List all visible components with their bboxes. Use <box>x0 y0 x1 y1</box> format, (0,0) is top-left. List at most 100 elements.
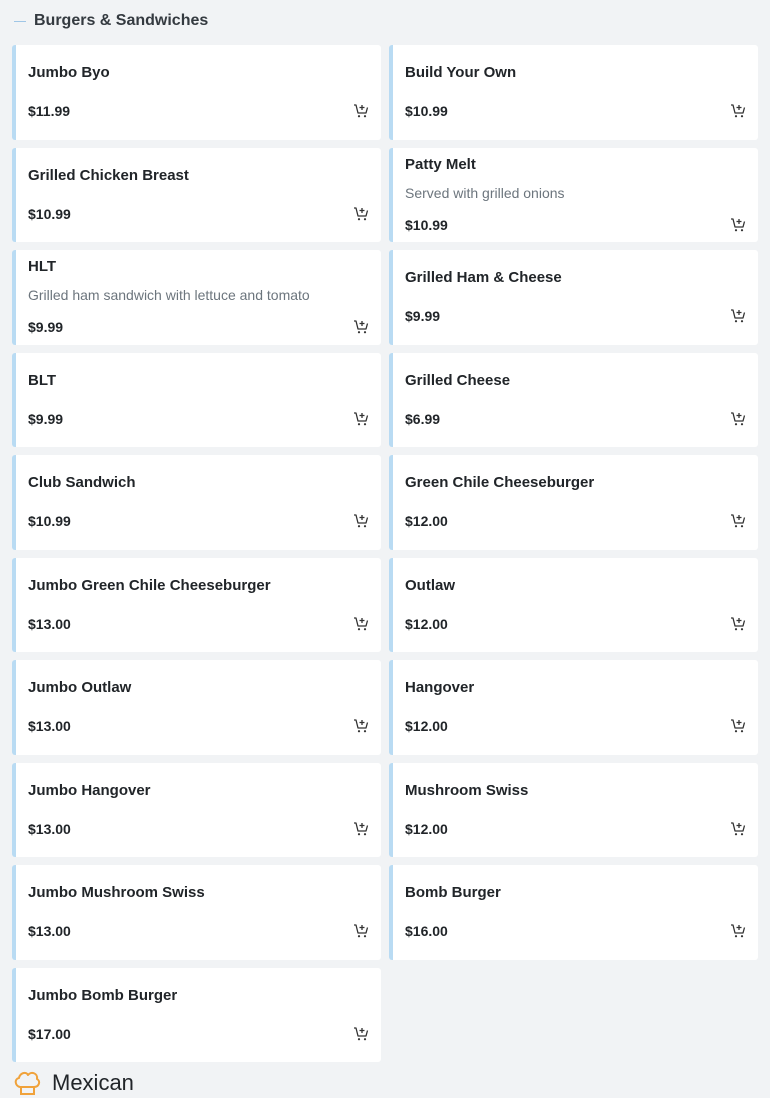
add-to-cart-icon[interactable] <box>352 1025 370 1043</box>
menu-item-card[interactable]: BLT $9.99 <box>12 352 381 447</box>
menu-item-name: Build Your Own <box>405 64 517 82</box>
menu-item-name: Jumbo Green Chile Cheeseburger <box>28 576 271 594</box>
menu-item-name: Bomb Burger <box>405 884 501 902</box>
menu-item-footer: $13.00 <box>28 717 369 735</box>
menu-item-name: Hangover <box>405 679 475 697</box>
next-section-title: Mexican <box>52 1070 134 1095</box>
menu-item-name: Outlaw <box>405 576 456 594</box>
menu-item-footer: $10.99 <box>405 216 746 234</box>
add-to-cart-icon[interactable] <box>352 922 370 940</box>
menu-item-card[interactable]: Green Chile Cheeseburger $12.00 <box>389 455 758 550</box>
menu-item-footer: $10.99 <box>405 102 746 120</box>
add-to-cart-icon[interactable] <box>729 216 747 234</box>
add-to-cart-icon[interactable] <box>729 102 747 120</box>
menu-item-footer: $12.00 <box>405 615 746 633</box>
menu-item-card[interactable]: Bomb Burger $16.00 <box>389 865 758 960</box>
menu-item-card[interactable]: Patty Melt Served with grilled onions $10.… <box>389 147 758 242</box>
menu-item-description: Served with grilled onions <box>405 184 565 201</box>
menu-item-name: Grilled Cheese <box>405 371 511 389</box>
add-to-cart-icon[interactable] <box>352 717 370 735</box>
menu-item-price: $13.00 <box>28 820 71 837</box>
menu-item-card[interactable]: Jumbo Byo $11.99 <box>12 45 381 140</box>
menu-item-price: $12.00 <box>405 718 448 735</box>
add-to-cart-icon[interactable] <box>352 410 370 428</box>
menu-item-footer: $17.00 <box>28 1025 369 1043</box>
menu-item-name: Jumbo Bomb Burger <box>28 986 178 1004</box>
menu-item-footer: $10.99 <box>28 205 369 223</box>
add-to-cart-icon[interactable] <box>729 615 747 633</box>
menu-item-card[interactable]: Jumbo Hangover $13.00 <box>12 762 381 857</box>
add-to-cart-icon[interactable] <box>352 512 370 530</box>
add-to-cart-icon[interactable] <box>352 820 370 838</box>
menu-item-card[interactable]: Grilled Cheese $6.99 <box>389 352 758 447</box>
add-to-cart-icon[interactable] <box>729 820 747 838</box>
add-to-cart-icon[interactable] <box>729 512 747 530</box>
add-to-cart-icon[interactable] <box>729 410 747 428</box>
menu-item-card[interactable]: Mushroom Swiss $12.00 <box>389 762 758 857</box>
menu-item-card[interactable]: Jumbo Green Chile Cheeseburger $13.00 <box>12 557 381 652</box>
section-title: Burgers & Sandwiches <box>34 12 209 29</box>
menu-item-footer: $10.99 <box>28 512 369 530</box>
menu-item-footer: $16.00 <box>405 922 746 940</box>
menu-item-price: $10.99 <box>28 513 71 530</box>
section-header: Burgers & Sandwiches <box>12 10 208 32</box>
menu-item-name: Grilled Chicken Breast <box>28 166 189 184</box>
menu-item-name: Jumbo Mushroom Swiss <box>28 884 205 902</box>
menu-item-card[interactable]: HLT Grilled ham sandwich with lettuce and… <box>12 250 381 345</box>
menu-item-card[interactable]: Jumbo Outlaw $13.00 <box>12 660 381 755</box>
menu-item-name: Green Chile Cheeseburger <box>405 474 595 492</box>
menu-item-name: Patty Melt <box>405 155 476 173</box>
menu-item-name: HLT <box>28 258 57 276</box>
menu-item-price: $13.00 <box>28 923 71 940</box>
menu-item-card[interactable]: Hangover $12.00 <box>389 660 758 755</box>
menu-item-price: $10.99 <box>405 103 448 120</box>
menu-item-price: $9.99 <box>28 319 64 336</box>
menu-item-footer: $9.99 <box>28 318 369 336</box>
menu-item-footer: $13.00 <box>28 922 369 940</box>
menu-item-card[interactable]: Build Your Own $10.99 <box>389 45 758 140</box>
menu-item-price: $13.00 <box>28 718 71 735</box>
menu-item-name: Jumbo Hangover <box>28 781 151 799</box>
collapse-dash-icon[interactable] <box>14 20 26 22</box>
menu-item-price: $13.00 <box>28 615 71 632</box>
add-to-cart-icon[interactable] <box>352 102 370 120</box>
menu-item-price: $9.99 <box>28 410 64 427</box>
menu-item-name: Club Sandwich <box>28 474 136 492</box>
menu-item-price: $9.99 <box>405 308 441 325</box>
menu-item-card[interactable]: Jumbo Mushroom Swiss $13.00 <box>12 865 381 960</box>
menu-item-footer: $6.99 <box>405 410 746 428</box>
menu-item-card[interactable]: Jumbo Bomb Burger $17.00 <box>12 967 381 1062</box>
menu-item-name: Jumbo Byo <box>28 64 110 82</box>
menu-item-name: Mushroom Swiss <box>405 781 529 799</box>
next-section-header: Mexican <box>12 1068 134 1098</box>
menu-item-footer: $13.00 <box>28 820 369 838</box>
menu-item-name: Grilled Ham & Cheese <box>405 269 562 287</box>
chef-hat-icon <box>14 1071 41 1095</box>
menu-item-card[interactable]: Club Sandwich $10.99 <box>12 455 381 550</box>
menu-item-footer: $12.00 <box>405 512 746 530</box>
menu-item-card[interactable]: Outlaw $12.00 <box>389 557 758 652</box>
menu-items-grid: Jumbo Byo $11.99 Build Your Own $10.99 Grill… <box>12 45 758 1062</box>
menu-item-price: $16.00 <box>405 923 448 940</box>
add-to-cart-icon[interactable] <box>352 318 370 336</box>
menu-item-price: $11.99 <box>28 103 71 120</box>
menu-item-price: $12.00 <box>405 820 448 837</box>
add-to-cart-icon[interactable] <box>729 717 747 735</box>
menu-item-footer: $13.00 <box>28 615 369 633</box>
menu-item-card[interactable]: Grilled Ham & Cheese $9.99 <box>389 250 758 345</box>
add-to-cart-icon[interactable] <box>729 307 747 325</box>
menu-item-footer: $9.99 <box>28 410 369 428</box>
menu-item-card[interactable]: Grilled Chicken Breast $10.99 <box>12 147 381 242</box>
add-to-cart-icon[interactable] <box>352 205 370 223</box>
menu-item-price: $12.00 <box>405 615 448 632</box>
menu-item-footer: $12.00 <box>405 717 746 735</box>
add-to-cart-icon[interactable] <box>352 615 370 633</box>
menu-item-footer: $12.00 <box>405 820 746 838</box>
menu-item-price: $12.00 <box>405 513 448 530</box>
menu-item-price: $10.99 <box>405 216 448 233</box>
menu-item-name: BLT <box>28 371 57 389</box>
menu-item-footer: $11.99 <box>28 102 369 120</box>
menu-item-price: $6.99 <box>405 410 441 427</box>
menu-item-price: $17.00 <box>28 1025 71 1042</box>
add-to-cart-icon[interactable] <box>729 922 747 940</box>
